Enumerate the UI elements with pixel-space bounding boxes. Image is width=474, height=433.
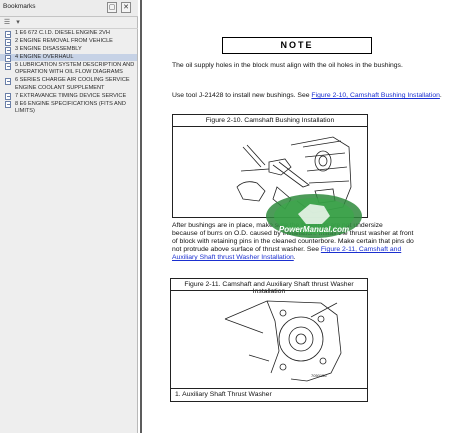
close-icon[interactable]: ✕ (121, 2, 131, 13)
bookmark-tree: 1 E6 672 C.I.D. DIESEL ENGINE 2VH 2 ENGI… (0, 30, 137, 116)
bookmark-label: 6 SERIES CHARGE AIR COOLING SERVICE ENGI… (15, 77, 130, 91)
paragraph-2-text: not protrude above surface of thrust was… (172, 246, 321, 253)
page-divider (140, 0, 142, 433)
bookmark-label: 8 E6 ENGINE SPECIFICATIONS (FITS AND LIM… (15, 100, 126, 115)
bookmark-icon (5, 101, 11, 109)
bookmarks-pane: Bookmarks ▢ ✕ ☰ ▾ 1 E6 672 C.I.D. DIESEL… (0, 0, 138, 433)
bookmarks-toolbar: ☰ ▾ (0, 17, 138, 29)
bookmark-label: 2 ENGINE REMOVAL FROM VEHICLE (15, 38, 113, 44)
paragraph-2-line-4: not protrude above surface of thrust was… (172, 246, 470, 254)
figure-2-10-link[interactable]: Figure 2-10, Camshaft Bushing Installati… (311, 92, 439, 99)
bookmark-item[interactable]: 8 E6 ENGINE SPECIFICATIONS (FITS AND LIM… (0, 101, 137, 116)
bookmark-item[interactable]: 1 E6 672 C.I.D. DIESEL ENGINE 2VH (0, 30, 137, 38)
bookmark-label: 1 E6 672 C.I.D. DIESEL ENGINE 2VH (15, 30, 110, 36)
bookmark-icon (5, 38, 11, 46)
figure-divider (171, 388, 367, 389)
paragraph-1-end: . (439, 92, 442, 99)
note-title: NOTE (222, 37, 372, 54)
bookmarks-header: Bookmarks ▢ ✕ (0, 0, 138, 17)
figure-2-11: Figure 2-11. Camshaft and Auxiliary Shaf… (170, 278, 368, 402)
bookmark-item[interactable]: 5 LUBRICATION SYSTEM DESCRIPTION AND OPE… (0, 62, 137, 77)
expand-icon[interactable]: ▾ (14, 19, 22, 27)
paragraph-1: Use tool J-21428 to install new bushings… (172, 92, 468, 100)
bookmarks-title: Bookmarks (3, 3, 36, 10)
figure-2-11-link-cont[interactable]: Auxiliary Shaft thrust Washer Installati… (172, 254, 294, 261)
figure-code: 7050156 (311, 373, 327, 378)
note-text: The oil supply holes in the block must a… (172, 62, 403, 69)
bookmark-label: 7 EXTRAVANCE TIMING DEVICE SERVICE (15, 92, 127, 99)
figure-2-10-caption: Figure 2-10. Camshaft Bushing Installati… (205, 117, 335, 124)
paragraph-1-text: Use tool J-21428 to install new bushings… (172, 92, 312, 99)
restore-icon[interactable]: ▢ (107, 2, 117, 13)
svg-text:PowerManual.com: PowerManual.com (279, 225, 349, 234)
figure-2-11-link[interactable]: Figure 2-11, Camshaft and (321, 246, 401, 253)
bookmark-label: 4 ENGINE OVERHAUL (15, 54, 74, 60)
options-icon[interactable]: ☰ (3, 19, 11, 27)
bookmark-item[interactable]: 3 ENGINE DISASSEMBLY (0, 46, 137, 54)
bookmark-icon (5, 54, 11, 62)
thrust-washer-illustration: 7050156 (224, 300, 342, 382)
bookmark-icon (5, 93, 11, 101)
bookmark-item[interactable]: 7 EXTRAVANCE TIMING DEVICE SERVICE (0, 92, 137, 101)
bookmark-label: 5 LUBRICATION SYSTEM DESCRIPTION AND OPE… (15, 62, 135, 76)
bookmark-item[interactable]: 2 ENGINE REMOVAL FROM VEHICLE (0, 38, 137, 46)
watermark-graphic: PowerManual.com (266, 194, 362, 238)
paragraph-2-end: . (293, 254, 296, 261)
bookmark-label: 3 ENGINE DISASSEMBLY (15, 46, 82, 52)
figure-2-11-legend: 1. Auxiliary Shaft Thrust Washer (175, 391, 272, 398)
watermark-logo: PowerManual.com (264, 190, 364, 240)
bookmark-icon (5, 62, 11, 70)
bookmark-item-selected[interactable]: 4 ENGINE OVERHAUL (0, 54, 137, 62)
bookmark-item[interactable]: 6 SERIES CHARGE AIR COOLING SERVICE ENGI… (0, 77, 137, 92)
bookmark-icon (5, 30, 11, 38)
bookmark-icon (5, 46, 11, 54)
bookmark-icon (5, 77, 11, 85)
